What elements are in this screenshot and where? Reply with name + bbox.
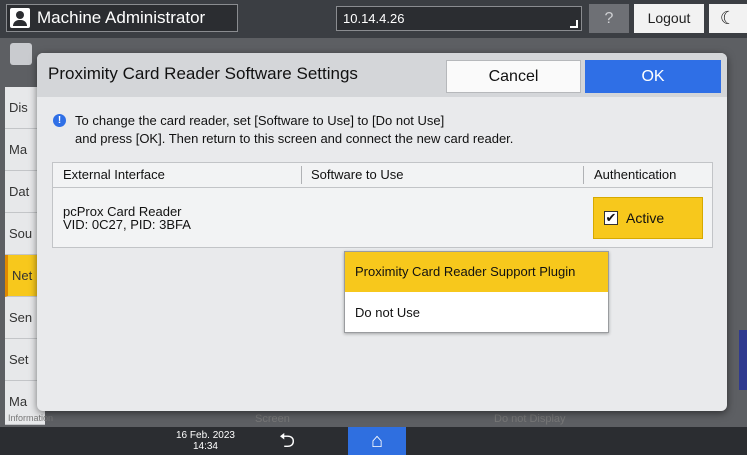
user-icon bbox=[10, 8, 30, 28]
header-divider bbox=[53, 187, 712, 188]
bottom-bar: 16 Feb. 2023 14:34 ⮌ ⌂ bbox=[0, 427, 747, 455]
authentication-label: Active bbox=[626, 210, 665, 226]
help-button[interactable]: ? bbox=[589, 4, 629, 33]
ok-button[interactable]: OK bbox=[585, 60, 721, 93]
info-text-line2: and press [OK]. Then return to this scre… bbox=[75, 131, 514, 146]
ip-address-field[interactable]: 10.14.4.26 bbox=[336, 6, 582, 31]
top-bar: Machine Administrator 10.14.4.26 ? Logou… bbox=[0, 0, 747, 38]
user-indicator[interactable]: Machine Administrator bbox=[6, 4, 238, 32]
dialog-title: Proximity Card Reader Software Settings bbox=[48, 64, 358, 83]
column-divider bbox=[301, 166, 302, 184]
date-time: 16 Feb. 2023 14:34 bbox=[176, 430, 235, 452]
column-divider bbox=[583, 166, 584, 184]
bg-information-text: Information bbox=[8, 413, 54, 423]
dialog-header: Proximity Card Reader Software Settings … bbox=[37, 53, 727, 97]
user-name: Machine Administrator bbox=[37, 8, 206, 27]
resize-corner-icon bbox=[570, 20, 578, 28]
authentication-active-toggle[interactable]: ✔ Active bbox=[593, 197, 703, 239]
info-icon: ! bbox=[53, 114, 66, 127]
option-proximity-plugin[interactable]: Proximity Card Reader Support Plugin bbox=[345, 252, 608, 292]
bg-screen-text: Screen bbox=[255, 413, 290, 425]
moon-icon[interactable]: ☾ bbox=[709, 4, 747, 33]
settings-icon bbox=[10, 43, 32, 65]
header-software-to-use: Software to Use bbox=[311, 167, 404, 182]
option-do-not-use[interactable]: Do not Use bbox=[345, 293, 608, 333]
home-icon[interactable]: ⌂ bbox=[348, 427, 406, 455]
header-external-interface: External Interface bbox=[63, 167, 165, 182]
software-dropdown-list: Proximity Card Reader Support Plugin Do … bbox=[344, 251, 609, 333]
cancel-button[interactable]: Cancel bbox=[446, 60, 581, 93]
logout-button[interactable]: Logout bbox=[634, 4, 704, 33]
side-tab-8-label: Ma bbox=[9, 394, 28, 409]
date-label: 16 Feb. 2023 bbox=[176, 430, 235, 441]
header-authentication: Authentication bbox=[594, 167, 677, 182]
device-id: VID: 0C27, PID: 3BFA bbox=[63, 217, 191, 232]
back-arrow-icon[interactable]: ⮌ bbox=[270, 429, 304, 453]
time-label: 14:34 bbox=[192, 441, 218, 452]
settings-table: External Interface Software to Use Authe… bbox=[52, 162, 713, 248]
bg-do-not-display-text: Do not Display bbox=[494, 413, 566, 425]
info-text-line1: To change the card reader, set [Software… bbox=[75, 113, 445, 128]
ip-address-text: 10.14.4.26 bbox=[343, 11, 405, 26]
checkmark-icon: ✔ bbox=[604, 210, 618, 225]
scrollbar[interactable] bbox=[739, 330, 747, 390]
proximity-card-reader-dialog: Proximity Card Reader Software Settings … bbox=[37, 53, 727, 411]
